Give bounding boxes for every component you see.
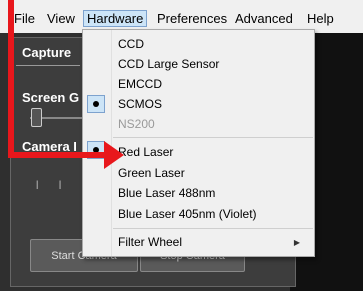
menu-item-blue-laser-405[interactable]: Blue Laser 405nm (Violet) (118, 207, 257, 221)
annotation-arrow-horizontal (8, 152, 106, 158)
menu-item-ccd[interactable]: CCD (118, 37, 144, 51)
menu-item-emccd[interactable]: EMCCD (118, 77, 162, 91)
menu-item-ns200: NS200 (118, 117, 155, 131)
menu-item-scmos[interactable]: SCMOS (118, 97, 162, 111)
menu-item-red-laser[interactable]: Red Laser (118, 145, 173, 159)
menu-item-blue-laser-488[interactable]: Blue Laser 488nm (118, 186, 215, 200)
screen-gain-slider-handle[interactable] (31, 108, 42, 127)
menu-separator (113, 228, 313, 229)
menu-item-green-laser[interactable]: Green Laser (118, 166, 185, 180)
menu-advanced[interactable]: Advanced (235, 11, 293, 26)
menu-preferences[interactable]: Preferences (157, 11, 227, 26)
menu-view[interactable]: View (47, 11, 75, 26)
submenu-arrow-icon: ▶ (293, 238, 300, 247)
annotation-arrow-vertical (8, 0, 14, 155)
tab-capture[interactable]: Capture (16, 40, 80, 66)
screen-gain-label: Screen G (22, 90, 80, 105)
menu-item-ccd-large-sensor[interactable]: CCD Large Sensor (118, 57, 219, 71)
menu-help[interactable]: Help (307, 11, 334, 26)
scmos-radio (87, 95, 105, 113)
menu-file[interactable]: File (14, 11, 35, 26)
menu-hardware[interactable]: Hardware (83, 10, 148, 27)
radio-dot-icon (93, 101, 99, 107)
menu-separator (113, 137, 313, 138)
annotation-arrowhead-icon (104, 141, 124, 169)
menu-item-filter-wheel[interactable]: Filter Wheel (118, 235, 182, 249)
